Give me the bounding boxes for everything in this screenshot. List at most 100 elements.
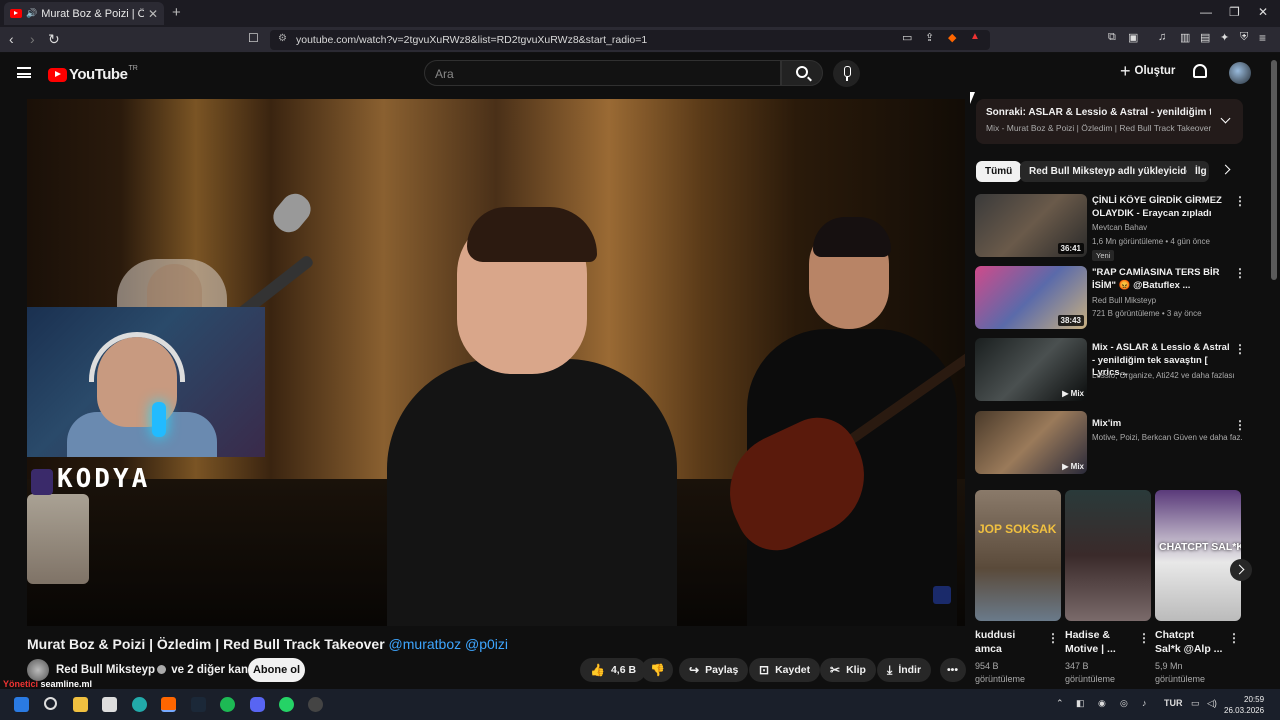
discord-icon[interactable] [250, 697, 265, 712]
list-item[interactable]: 36:41 ÇİNLİ KÖYE GİRDİK GİRMEZ OLAYDIK -… [975, 194, 1246, 261]
voice-search-icon[interactable] [833, 60, 860, 87]
mention-link[interactable]: @muratboz [389, 636, 462, 652]
system-clock[interactable]: 20:59 26.03.2026 [1224, 694, 1264, 716]
speaker-icon[interactable]: 🔊 [26, 8, 37, 19]
short-title[interactable]: Hadise & Motive | ... [1065, 628, 1116, 656]
media-icon[interactable]: ♫ [1158, 31, 1166, 43]
video-thumbnail[interactable]: 38:43 [975, 266, 1087, 329]
chip-all[interactable]: Tümü [976, 161, 1022, 182]
save-button[interactable]: ⊡ Kaydet [749, 658, 821, 682]
screenshot-icon[interactable]: ▣ [1128, 31, 1138, 44]
rec-channel[interactable]: Motive, Poizi, Berkcan Güven ve daha faz… [1092, 433, 1242, 442]
search-input[interactable]: Ara [424, 60, 781, 86]
search-button[interactable] [781, 60, 823, 86]
network-icon[interactable]: ▭ [1191, 698, 1200, 709]
bookmark-icon[interactable]: ☐ [248, 31, 259, 45]
wallet-icon[interactable]: ▤ [1200, 31, 1210, 44]
restore-icon[interactable]: ❐ [1229, 5, 1240, 19]
share-page-icon[interactable]: ⇪ [925, 31, 934, 44]
chip-related[interactable]: İlg [1187, 161, 1209, 182]
rec-channel[interactable]: Lessio, Organize, Ati242 ve daha fazlası [1092, 371, 1242, 380]
more-vertical-icon[interactable]: ⋮ [1234, 195, 1246, 207]
chevron-right-icon[interactable] [1220, 164, 1231, 175]
sidebar-icon[interactable]: ▥ [1180, 31, 1190, 44]
tray-app-icon[interactable]: ◧ [1076, 698, 1085, 709]
volume-icon[interactable]: ◁) [1207, 698, 1217, 709]
rec-channel[interactable]: Red Bull Miksteyp [1092, 296, 1242, 305]
channel-avatar[interactable] [27, 659, 49, 681]
whatsapp-icon[interactable] [279, 697, 294, 712]
short-thumbnail[interactable]: JOP SOKSAK [975, 490, 1061, 621]
brave-shield-icon[interactable]: ◆ [948, 31, 956, 44]
more-vertical-icon[interactable]: ⋮ [1234, 343, 1246, 355]
obs-icon[interactable] [308, 697, 323, 712]
shorts-next-icon[interactable] [1230, 559, 1252, 581]
like-button[interactable]: 👍 4,6 B [580, 658, 647, 682]
vpn-icon[interactable]: ⛨ [1240, 31, 1248, 44]
rec-title[interactable]: ÇİNLİ KÖYE GİRDİK GİRMEZ OLAYDIK - Erayc… [1092, 195, 1232, 220]
tray-app-icon[interactable]: ◎ [1120, 698, 1128, 709]
address-bar[interactable]: ⚙ youtube.com/watch?v=2tgvuXuRWz8&list=R… [270, 30, 990, 50]
dislike-button[interactable]: 👎 [641, 658, 673, 682]
menu-icon[interactable]: ≡ [1259, 31, 1266, 45]
close-window-icon[interactable]: ✕ [1258, 5, 1268, 19]
spotify-icon[interactable] [220, 697, 235, 712]
hamburger-menu-icon[interactable] [17, 67, 31, 78]
brave-icon[interactable] [161, 697, 176, 712]
subscribe-button[interactable]: Abone ol [248, 658, 305, 682]
tray-app-icon[interactable]: ◉ [1098, 698, 1106, 709]
more-vertical-icon[interactable]: ⋮ [1234, 419, 1246, 431]
close-tab-icon[interactable]: ✕ [148, 7, 158, 21]
steam-icon[interactable] [191, 697, 206, 712]
file-explorer-icon[interactable] [73, 697, 88, 712]
extensions-icon[interactable]: ⧉ [1108, 31, 1116, 44]
short-thumbnail[interactable] [1065, 490, 1151, 621]
download-button[interactable]: ⤓ İndir [877, 658, 932, 682]
video-player[interactable]: KODYA [27, 99, 965, 626]
windows-start-icon[interactable] [14, 697, 29, 712]
rec-channel[interactable]: Mevtcan Bahav [1092, 223, 1242, 232]
reload-icon[interactable]: ↻ [48, 31, 60, 48]
short-thumbnail[interactable]: CHATCPT SAL*K [1155, 490, 1241, 621]
brave-rewards-icon[interactable]: ▲ [970, 31, 980, 42]
rec-title[interactable]: "RAP CAMİASINA TERS BİR İSİM" 😡 @Batufle… [1092, 267, 1232, 292]
edge-icon[interactable] [132, 697, 147, 712]
new-tab-icon[interactable]: + [172, 4, 181, 21]
clip-button[interactable]: ✂ Klip [820, 658, 876, 682]
short-title[interactable]: kuddusi amca [975, 628, 1015, 656]
microphone-icon[interactable]: ♪ [1142, 698, 1147, 708]
site-info-icon[interactable]: ⚙ [278, 33, 287, 44]
up-next-panel[interactable]: Sonraki: ASLAR & Lessio & Astral - yenil… [976, 99, 1243, 144]
video-thumbnail[interactable]: ▶ Mix [975, 411, 1087, 474]
more-vertical-icon[interactable]: ⋮ [1047, 631, 1059, 645]
channel-name[interactable]: Red Bull Miksteyp ve 2 diğer kanal [56, 664, 258, 676]
video-thumbnail[interactable]: ▶ Mix [975, 338, 1087, 401]
video-thumbnail[interactable]: 36:41 [975, 194, 1087, 257]
create-button[interactable]: + Oluştur [1120, 62, 1175, 80]
account-avatar[interactable] [1229, 62, 1251, 84]
more-vertical-icon[interactable]: ⋮ [1234, 267, 1246, 279]
chip-uploader[interactable]: Red Bull Miksteyp adlı yükleyiciden [1020, 161, 1207, 182]
chevron-down-icon[interactable] [1220, 113, 1231, 124]
browser-tab[interactable]: 🔊 Murat Boz & Poizi | Özledim ✕ [4, 2, 164, 25]
list-item[interactable]: 38:43 "RAP CAMİASINA TERS BİR İSİM" 😡 @B… [975, 266, 1246, 332]
more-actions-button[interactable]: ••• [940, 658, 966, 682]
store-icon[interactable] [102, 697, 117, 712]
back-icon[interactable]: ‹ [9, 31, 14, 47]
share-button[interactable]: ↪ Paylaş [679, 658, 749, 682]
more-vertical-icon[interactable]: ⋮ [1228, 631, 1240, 645]
cast-icon[interactable]: ▭ [902, 31, 912, 44]
rec-title[interactable]: Mix'im [1092, 418, 1232, 431]
notifications-bell-icon[interactable] [1193, 64, 1207, 78]
search-icon[interactable] [44, 697, 57, 710]
forward-icon[interactable]: › [30, 31, 35, 47]
short-title[interactable]: Chatcpt Sal*k @Alp ... [1155, 628, 1222, 656]
page-scrollbar[interactable] [1271, 60, 1277, 280]
language-indicator[interactable]: TUR [1164, 698, 1183, 708]
ai-icon[interactable]: ✦ [1220, 31, 1229, 44]
list-item[interactable]: ▶ Mix Mix - ASLAR & Lessio & Astral - ye… [975, 338, 1246, 404]
minimize-icon[interactable]: — [1200, 5, 1212, 19]
youtube-logo[interactable]: YouTube TR [48, 65, 138, 83]
tray-expand-icon[interactable]: ⌃ [1056, 698, 1064, 709]
list-item[interactable]: ▶ Mix Mix'im Motive, Poizi, Berkcan Güve… [975, 411, 1246, 477]
